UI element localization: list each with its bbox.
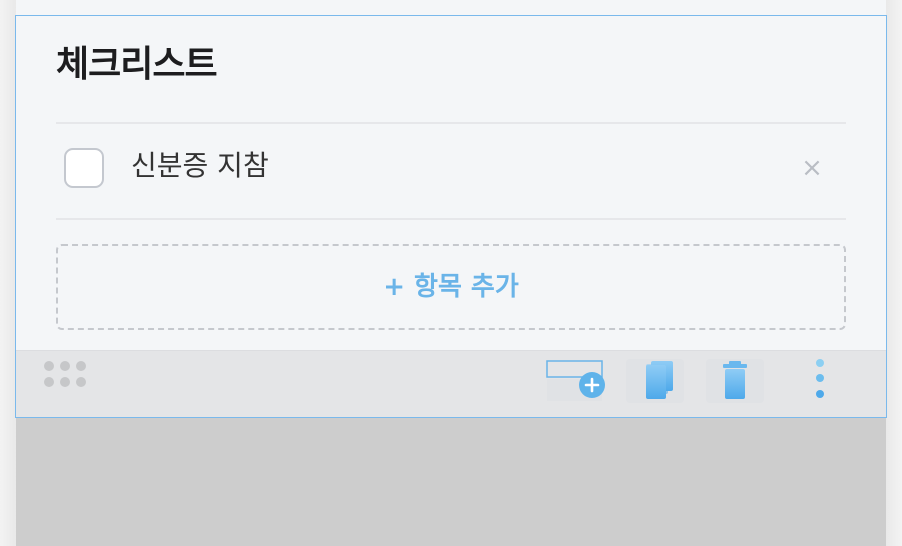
checklist-block[interactable]: 체크리스트 신분증 지참 × + 항목 추가 [15, 15, 887, 418]
copy-icon [646, 361, 673, 399]
more-vertical-icon [816, 359, 824, 398]
page-margin-left [0, 0, 16, 546]
trash-icon [723, 361, 747, 399]
drag-handle-icon[interactable] [42, 361, 86, 391]
add-block-button[interactable] [546, 359, 605, 403]
add-block-icon [546, 360, 605, 401]
delete-block-button[interactable] [706, 359, 764, 403]
copy-block-button[interactable] [626, 359, 684, 403]
previous-block-edge [16, 0, 886, 15]
checkbox[interactable] [64, 148, 104, 188]
next-block-area [16, 418, 886, 546]
block-toolbar [16, 350, 886, 417]
more-options-button[interactable] [806, 359, 834, 403]
checklist-item[interactable]: 신분증 지참 × [56, 124, 846, 218]
page-margin-right [886, 0, 902, 546]
divider [56, 218, 846, 220]
checklist-item-label[interactable]: 신분증 지참 [131, 146, 269, 186]
add-item-button[interactable]: + 항목 추가 [56, 244, 846, 330]
checklist-title[interactable]: 체크리스트 [56, 42, 218, 88]
remove-item-icon[interactable]: × [798, 154, 826, 182]
